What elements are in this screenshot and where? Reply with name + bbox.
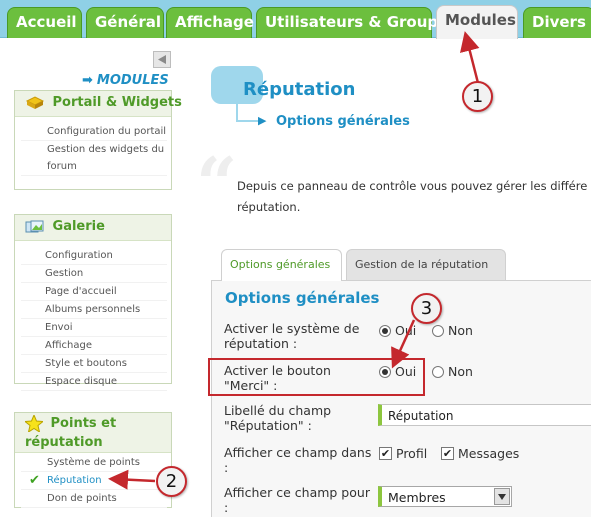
sidebar-item-don-points[interactable]: Don de points: [21, 490, 167, 508]
annotation-marker-1: 1: [462, 81, 493, 112]
top-nav-bar: Accueil Général Affichage Utilisateurs &…: [0, 0, 591, 39]
chevron-down-icon[interactable]: [494, 488, 510, 505]
tab-modules[interactable]: Modules: [436, 5, 518, 39]
field-label-show-for: Afficher ce champ pour :: [224, 485, 370, 515]
tab-gestion-reputation[interactable]: Gestion de la réputation: [346, 249, 506, 280]
sidebar-item-configuration-portail[interactable]: Configuration du portail: [21, 123, 167, 141]
field-label-enable-system: Activer le système de réputation :: [224, 321, 360, 351]
annotation-marker-3: 3: [411, 293, 442, 324]
sidebar-item-systeme-points[interactable]: Système de points: [21, 454, 167, 472]
show-for-select[interactable]: Membres: [378, 486, 512, 507]
sidebar-item-espace-disque[interactable]: Espace disque: [21, 373, 167, 391]
page-title: Réputation: [243, 79, 356, 100]
radio-label-non: Non: [448, 323, 473, 338]
sidebar-item-gestion-widgets[interactable]: Gestion des widgets du forum: [21, 141, 167, 176]
checkmark-icon: ✔: [29, 473, 40, 488]
intro-text: Depuis ce panneau de contrôle vous pouve…: [237, 179, 588, 214]
triangle-left-icon: [158, 55, 166, 64]
tab-utilisateurs-groupes[interactable]: Utilisateurs & Groupes: [256, 7, 457, 38]
arrow-right-icon: ▶: [258, 114, 267, 127]
radio-enable-system-non[interactable]: [432, 325, 444, 337]
tab-options-generales[interactable]: Options générales: [221, 249, 342, 281]
modules-link[interactable]: ➡ MODULES: [82, 73, 169, 88]
field-label-libelle: Libellé du champ "Réputation" :: [224, 403, 332, 433]
title-connector-decoration: [236, 104, 260, 122]
panel-title: Options générales: [225, 289, 380, 307]
arrow-right-icon: ➡: [82, 73, 93, 88]
options-panel: [211, 280, 591, 517]
sidebar-section-title: Portail & Widgets: [15, 91, 182, 117]
tab-affichage[interactable]: Affichage: [166, 7, 254, 38]
tab-divers[interactable]: Divers: [523, 7, 591, 38]
checkbox-messages[interactable]: ✔: [441, 447, 454, 460]
highlight-box: [208, 358, 425, 396]
widgets-icon: [25, 95, 45, 109]
sidebar-item-gestion[interactable]: Gestion: [21, 265, 167, 283]
checkbox-label-profil: Profil: [396, 446, 428, 461]
field-label-show-in: Afficher ce champ dans :: [224, 445, 372, 475]
page-subtitle: Options générales: [276, 114, 410, 129]
sidebar-item-style-boutons[interactable]: Style et boutons: [21, 355, 167, 373]
sidebar-section-title: Galerie: [15, 215, 171, 241]
libelle-input[interactable]: Réputation: [378, 404, 591, 426]
collapse-sidebar-button[interactable]: [153, 51, 171, 68]
checkbox-label-messages: Messages: [458, 446, 520, 461]
radio-enable-thanks-non[interactable]: [432, 366, 444, 378]
sidebar-section-galerie: Galerie Configuration Gestion Page d'acc…: [14, 214, 172, 391]
gallery-icon: [25, 220, 44, 232]
checkbox-profil[interactable]: ✔: [379, 447, 392, 460]
sidebar-item-configuration[interactable]: Configuration: [21, 247, 167, 265]
sidebar-section-points: Points et réputation Système de points ✔…: [14, 412, 172, 508]
sidebar-item-affichage[interactable]: Affichage: [21, 337, 167, 355]
star-icon: [25, 415, 43, 432]
sidebar-item-envoi[interactable]: Envoi: [21, 319, 167, 337]
radio-enable-system-oui[interactable]: [379, 325, 391, 337]
tab-accueil[interactable]: Accueil: [7, 7, 82, 38]
sidebar-item-page-accueil[interactable]: Page d'accueil: [21, 283, 167, 301]
quote-icon: “: [196, 141, 238, 226]
sidebar-item-reputation[interactable]: ✔ Réputation: [21, 472, 167, 490]
tab-general[interactable]: Général: [86, 7, 164, 38]
annotation-marker-2: 2: [156, 466, 187, 497]
radio-label-non: Non: [448, 364, 473, 379]
sidebar-item-albums-personnels[interactable]: Albums personnels: [21, 301, 167, 319]
sidebar-section-portail: Portail & Widgets Configuration du porta…: [14, 90, 182, 190]
modules-link-label: MODULES: [96, 73, 169, 88]
radio-label-oui: Oui: [395, 323, 417, 338]
sidebar-section-title: Points et réputation: [15, 413, 171, 453]
